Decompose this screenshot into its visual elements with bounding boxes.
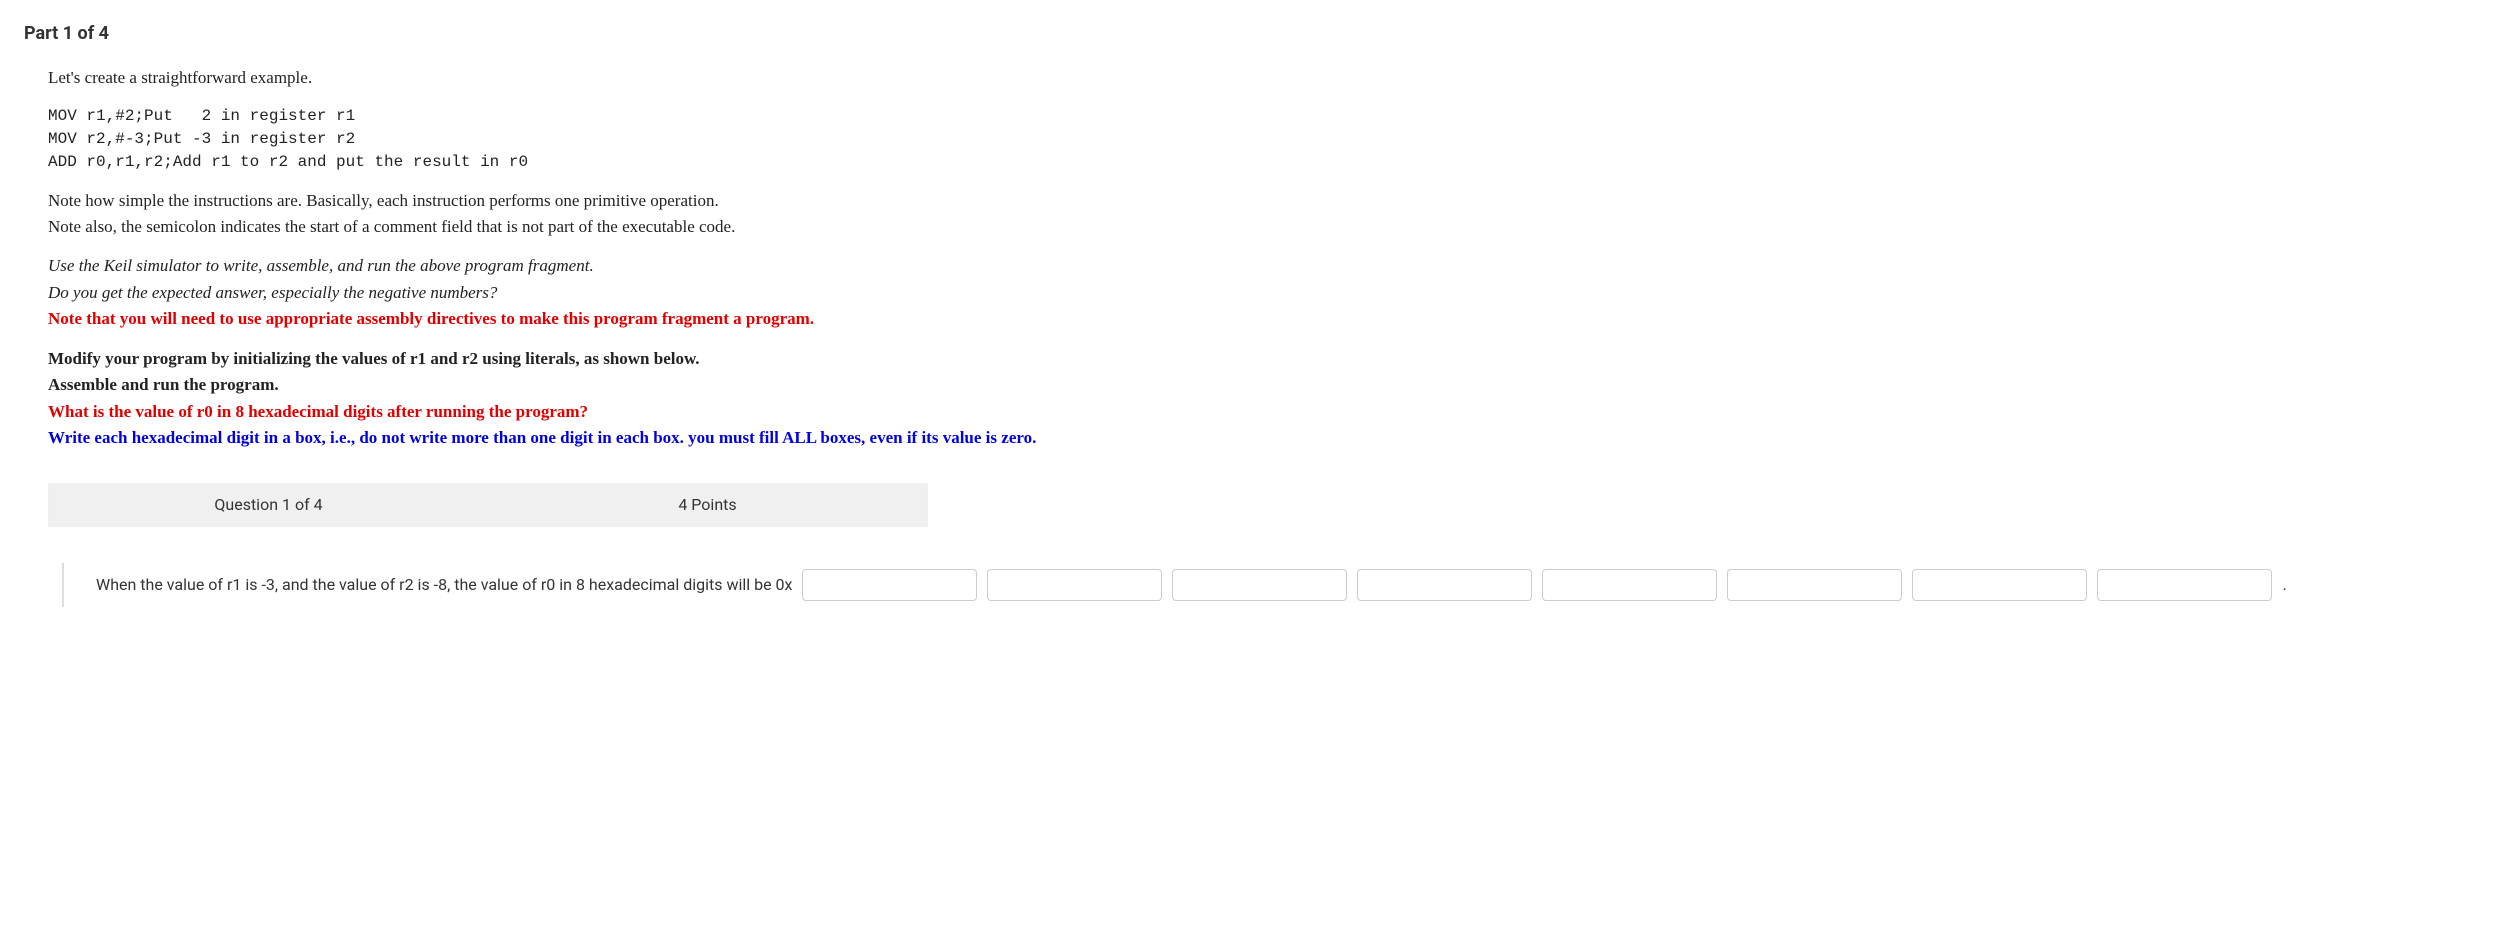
simulator-block: Use the Keil simulator to write, assembl… — [48, 253, 2466, 332]
hex-input-3[interactable] — [1172, 569, 1347, 601]
italic-line-1: Use the Keil simulator to write, assembl… — [48, 253, 2466, 279]
hex-input-2[interactable] — [987, 569, 1162, 601]
question-header-bar: Question 1 of 4 4 Points — [48, 483, 928, 527]
hex-input-1[interactable] — [802, 569, 977, 601]
hex-input-4[interactable] — [1357, 569, 1532, 601]
hex-input-5[interactable] — [1542, 569, 1717, 601]
code-block: MOV r1,#2;Put 2 in register r1 MOV r2,#-… — [48, 105, 2466, 175]
note-line-2: Note also, the semicolon indicates the s… — [48, 214, 2466, 240]
question-points-label: 4 Points — [488, 493, 927, 517]
content-block: Let's create a straightforward example. … — [24, 65, 2490, 607]
italic-line-2: Do you get the expected answer, especial… — [48, 280, 2466, 306]
blue-instruction: Write each hexadecimal digit in a box, i… — [48, 425, 2466, 451]
intro-text: Let's create a straightforward example. — [48, 65, 2466, 91]
hex-input-6[interactable] — [1727, 569, 1902, 601]
answer-prompt-text: When the value of r1 is -3, and the valu… — [96, 573, 792, 597]
answer-area: When the value of r1 is -3, and the valu… — [62, 563, 2466, 607]
hex-input-8[interactable] — [2097, 569, 2272, 601]
hex-input-7[interactable] — [1912, 569, 2087, 601]
modify-line-2: Assemble and run the program. — [48, 372, 2466, 398]
red-note: Note that you will need to use appropria… — [48, 306, 2466, 332]
modify-line-1: Modify your program by initializing the … — [48, 346, 2466, 372]
red-question: What is the value of r0 in 8 hexadecimal… — [48, 399, 2466, 425]
answer-line: When the value of r1 is -3, and the valu… — [96, 569, 2466, 601]
question-number-label: Question 1 of 4 — [49, 493, 488, 517]
note-line-1: Note how simple the instructions are. Ba… — [48, 188, 2466, 214]
trailing-period: . — [2282, 573, 2286, 597]
note-group: Note how simple the instructions are. Ba… — [48, 188, 2466, 239]
modify-block: Modify your program by initializing the … — [48, 346, 2466, 451]
part-header: Part 1 of 4 — [24, 20, 2490, 47]
